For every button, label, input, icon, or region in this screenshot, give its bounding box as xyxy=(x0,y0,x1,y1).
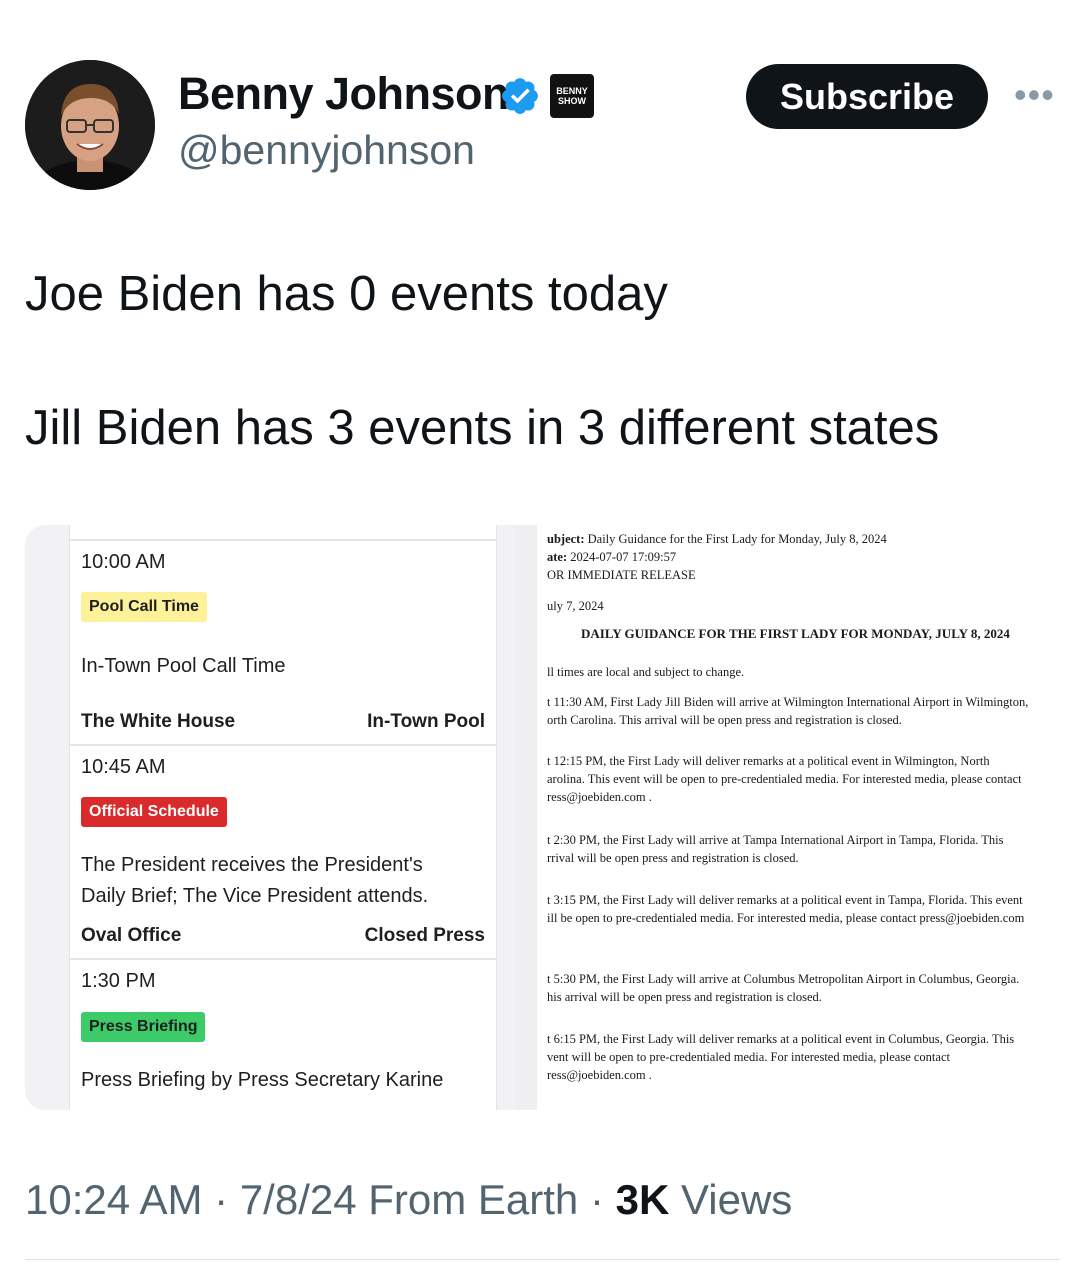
event-access: Closed Press xyxy=(364,925,485,946)
doc-item-line: t 6:15 PM, the First Lady will deliver r… xyxy=(547,1032,1015,1046)
doc-date-value: 2024-07-07 17:09:57 xyxy=(570,550,677,564)
meta-separator: · xyxy=(589,1176,604,1223)
schedule-image[interactable]: 10:00 AM Pool Call Time In-Town Pool Cal… xyxy=(25,525,535,1110)
tweet-meta: 10:24 AM · 7/8/24 From Earth · 3K Views xyxy=(25,1176,792,1224)
doc-date: ate: 2024-07-07 17:09:57 xyxy=(547,548,676,566)
views-label[interactable]: Views xyxy=(681,1176,792,1223)
doc-item-line: t 5:30 PM, the First Lady will arrive at… xyxy=(547,972,1020,986)
doc-item-line: rrival will be open press and registrati… xyxy=(547,851,799,865)
doc-item-line: arolina. This event will be open to pre-… xyxy=(547,772,1022,786)
tweet-text-line2: Jill Biden has 3 events in 3 different s… xyxy=(25,401,940,455)
event-location: Oval Office xyxy=(81,925,182,946)
doc-item-line: t 11:30 AM, First Lady Jill Biden will a… xyxy=(547,695,1029,709)
doc-item-line: t 12:15 PM, the First Lady will deliver … xyxy=(547,754,990,768)
tweet-media[interactable]: 10:00 AM Pool Call Time In-Town Pool Cal… xyxy=(25,525,1065,1110)
badge-text-line2: SHOW xyxy=(558,96,586,106)
avatar[interactable] xyxy=(25,60,155,190)
event-tag: Press Briefing xyxy=(81,1012,206,1042)
doc-dateline: uly 7, 2024 xyxy=(547,599,604,613)
event-tag: Pool Call Time xyxy=(81,592,207,622)
doc-item-line: t 3:15 PM, the First Lady will deliver r… xyxy=(547,893,1023,907)
event-tag: Official Schedule xyxy=(81,797,227,827)
doc-item-line: his arrival will be open press and regis… xyxy=(547,990,822,1004)
meta-separator: · xyxy=(214,1176,229,1223)
doc-date-label: ate: xyxy=(547,550,568,564)
show-badge-icon: BENNY SHOW xyxy=(550,74,594,118)
divider xyxy=(25,1259,1060,1260)
verified-badge-icon xyxy=(502,78,538,114)
tweet-text-line1: Joe Biden has 0 events today xyxy=(25,267,668,321)
press-release-image[interactable]: ubject: Daily Guidance for the First Lad… xyxy=(537,525,1065,1110)
tweet-time[interactable]: 10:24 AM xyxy=(25,1176,202,1223)
event-time: 10:00 AM xyxy=(81,551,166,573)
divider xyxy=(70,539,496,541)
doc-subject-value: Daily Guidance for the First Lady for Mo… xyxy=(587,532,887,546)
doc-item-line: vent will be open to pre-credentialed me… xyxy=(547,1050,950,1064)
divider xyxy=(70,958,496,960)
event-time: 10:45 AM xyxy=(81,756,166,778)
doc-subject: ubject: Daily Guidance for the First Lad… xyxy=(547,530,887,548)
doc-item-line: orth Carolina. This arrival will be open… xyxy=(547,713,902,727)
divider xyxy=(70,744,496,746)
schedule-card: 10:00 AM Pool Call Time In-Town Pool Cal… xyxy=(69,525,497,1110)
author-name[interactable]: Benny Johnson xyxy=(178,68,510,120)
subscribe-button[interactable]: Subscribe xyxy=(746,64,988,129)
doc-subject-label: ubject: xyxy=(547,532,585,546)
doc-item-line: ress@joebiden.com . xyxy=(547,1068,652,1082)
doc-item-line: ill be open to pre-credentialed media. F… xyxy=(547,911,1025,925)
author-handle[interactable]: @bennyjohnson xyxy=(178,127,475,174)
doc-note: ll times are local and subject to change… xyxy=(547,665,745,679)
event-access: In-Town Pool xyxy=(367,711,485,732)
tweet-date[interactable]: 7/8/24 From Earth xyxy=(240,1176,578,1223)
badge-text-line1: BENNY xyxy=(556,86,588,96)
event-description: Daily Brief; The Vice President attends. xyxy=(81,885,429,907)
doc-item-line: t 2:30 PM, the First Lady will arrive at… xyxy=(547,833,1004,847)
event-time: 1:30 PM xyxy=(81,970,156,992)
event-description: The President receives the President's xyxy=(81,854,423,876)
doc-item-line: ress@joebiden.com . xyxy=(547,790,652,804)
more-options-icon[interactable]: ••• xyxy=(1014,74,1055,116)
event-description: Press Briefing by Press Secretary Karine xyxy=(81,1069,444,1091)
doc-heading: DAILY GUIDANCE FOR THE FIRST LADY FOR MO… xyxy=(581,626,1010,641)
views-count[interactable]: 3K xyxy=(616,1176,670,1223)
event-description: In-Town Pool Call Time xyxy=(81,655,286,677)
image-gap xyxy=(515,525,537,1110)
doc-release: OR IMMEDIATE RELEASE xyxy=(547,568,696,582)
event-location: The White House xyxy=(81,711,236,732)
